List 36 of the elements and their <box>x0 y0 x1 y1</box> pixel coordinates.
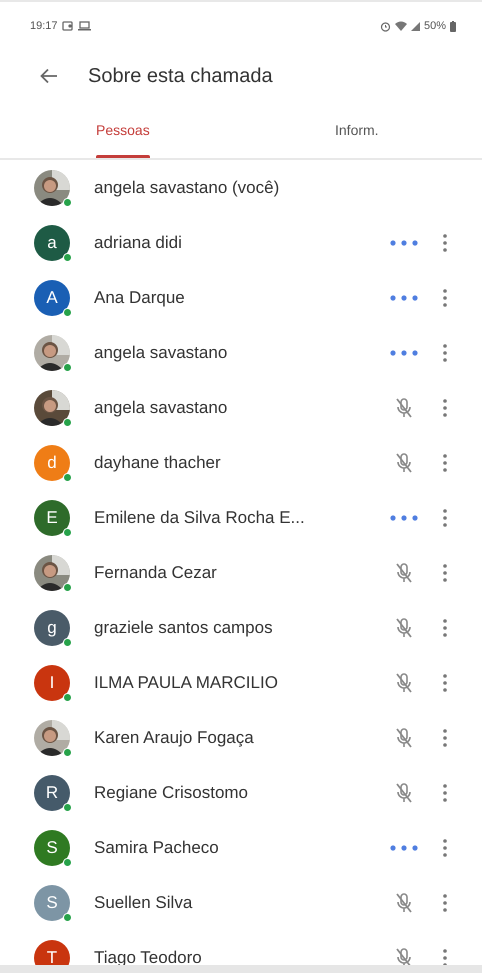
avatar: R <box>34 774 70 810</box>
avatar: I <box>34 664 70 700</box>
tab[interactable]: Pessoas <box>96 102 150 158</box>
avatar: A <box>34 280 70 316</box>
participant-name: Emilene da Silva Rocha E... <box>94 506 306 529</box>
participant-name: angela savastano <box>94 342 228 364</box>
back-icon[interactable] <box>40 68 58 84</box>
avatar: a <box>34 224 70 260</box>
participant-name: Samira Pacheco <box>94 836 220 859</box>
avatar: d <box>34 444 70 480</box>
avatar: E <box>34 500 70 536</box>
participant-name: angela savastano (você) <box>94 176 280 199</box>
avatar: S <box>34 884 70 920</box>
participant-name: angela savastano <box>94 396 228 419</box>
battery-icon <box>450 20 456 32</box>
participant-name: Suellen Silva <box>94 892 194 914</box>
laptop-icon <box>78 21 91 31</box>
status-time: 19:17 <box>30 18 58 34</box>
participant-name: graziele santos campos <box>94 616 274 639</box>
cast-icon <box>62 21 74 31</box>
avatar: g <box>34 610 70 646</box>
participant-name: Karen Araujo Fogaça <box>94 726 255 749</box>
participant-name: Regiane Crisostomo <box>94 782 250 804</box>
tab[interactable]: Inform. <box>335 102 379 158</box>
battery-text: 50% <box>424 18 446 34</box>
participant-name: Fernanda Cezar <box>94 562 218 584</box>
signal-icon <box>410 22 420 30</box>
participant-name: ILMA PAULA MARCILIO <box>94 672 279 694</box>
participant-name: Tiago Teodoro <box>94 946 203 969</box>
participant-name: Ana Darque <box>94 286 186 309</box>
participant-name: dayhane thacher <box>94 452 222 474</box>
avatar: S <box>34 830 70 866</box>
alarm-icon <box>380 20 391 32</box>
participant-name: adriana didi <box>94 232 183 254</box>
screen-title: Sobre esta chamada <box>88 64 273 89</box>
wifi-icon <box>394 21 407 31</box>
